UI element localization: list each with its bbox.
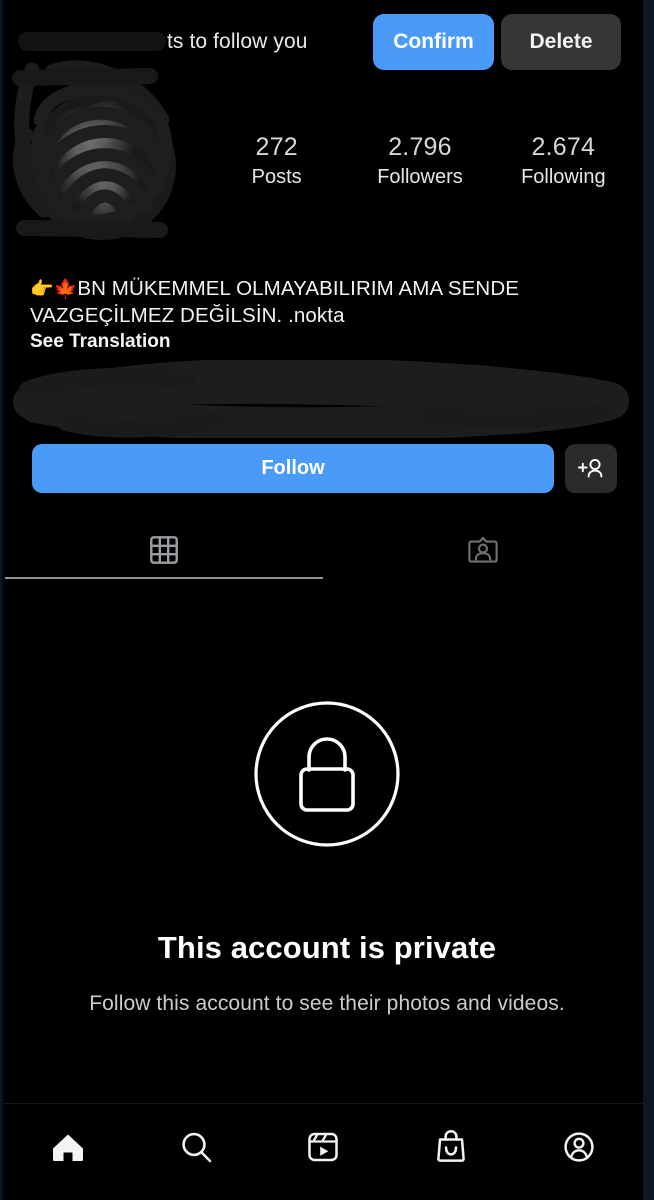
confirm-button[interactable]: Confirm bbox=[373, 14, 494, 70]
profile-stats: 272 Posts 2.796 Followers 2.674 Followin… bbox=[205, 132, 635, 190]
home-icon bbox=[52, 1134, 83, 1161]
profile-icon bbox=[564, 1132, 594, 1162]
bio-emoji: 👉🍁 bbox=[30, 279, 78, 300]
private-account-notice: This account is private Follow this acco… bbox=[0, 700, 654, 1016]
nav-item-home[interactable] bbox=[4, 1104, 132, 1166]
tab-posts-grid[interactable] bbox=[4, 520, 324, 580]
avatar-redaction-scribble bbox=[12, 60, 173, 238]
profile-bio: 👉🍁BN MÜKEMMEL OLMAYABILIRIM AMA SENDE VA… bbox=[30, 276, 550, 329]
tab-tagged[interactable] bbox=[324, 520, 644, 580]
private-title: This account is private bbox=[157, 930, 497, 965]
search-icon bbox=[181, 1132, 211, 1163]
private-subtitle: Follow this account to see their photos … bbox=[89, 992, 565, 1015]
grid-icon bbox=[149, 536, 178, 564]
bio-line-2: VAZGEÇİLMEZ DEĞİLSİN. .nokta bbox=[30, 304, 345, 327]
add-person-button[interactable] bbox=[565, 444, 617, 493]
active-tab-underline bbox=[5, 577, 323, 579]
screen-edge-right bbox=[643, 0, 654, 1200]
delete-button[interactable]: Delete bbox=[501, 14, 621, 70]
nav-item-reels[interactable] bbox=[260, 1104, 388, 1166]
bottom-nav bbox=[4, 1104, 643, 1200]
profile-tabs bbox=[4, 520, 643, 580]
stat-followers[interactable]: 2.796 Followers bbox=[348, 132, 491, 190]
followers-label: Followers bbox=[377, 166, 463, 188]
lock-icon bbox=[254, 701, 400, 847]
stat-following[interactable]: 2.674 Following bbox=[492, 132, 635, 190]
avatar[interactable] bbox=[10, 40, 195, 240]
followers-count: 2.796 bbox=[388, 133, 452, 161]
posts-label: Posts bbox=[251, 166, 302, 188]
nav-item-search[interactable] bbox=[132, 1104, 260, 1166]
posts-count: 272 bbox=[255, 133, 298, 161]
reels-icon bbox=[308, 1132, 339, 1162]
add-person-icon bbox=[578, 458, 603, 477]
tagged-icon bbox=[468, 536, 498, 563]
following-label: Following bbox=[521, 166, 606, 188]
screen-edge-left bbox=[0, 0, 4, 1200]
stat-posts[interactable]: 272 Posts bbox=[205, 132, 348, 190]
nav-item-shop[interactable] bbox=[387, 1104, 515, 1166]
nav-item-profile[interactable] bbox=[515, 1104, 643, 1166]
follow-button[interactable]: Follow bbox=[32, 444, 554, 493]
see-translation-link[interactable]: See Translation bbox=[30, 331, 170, 353]
bio-line-1: BN MÜKEMMEL OLMAYABILIRIM AMA SENDE bbox=[77, 277, 520, 300]
following-count: 2.674 bbox=[531, 133, 596, 161]
instagram-profile-screen: ts to follow you Confirm Delete 272 Post… bbox=[0, 0, 654, 1200]
username-redaction-scribble bbox=[13, 360, 629, 438]
shop-icon bbox=[437, 1130, 466, 1162]
